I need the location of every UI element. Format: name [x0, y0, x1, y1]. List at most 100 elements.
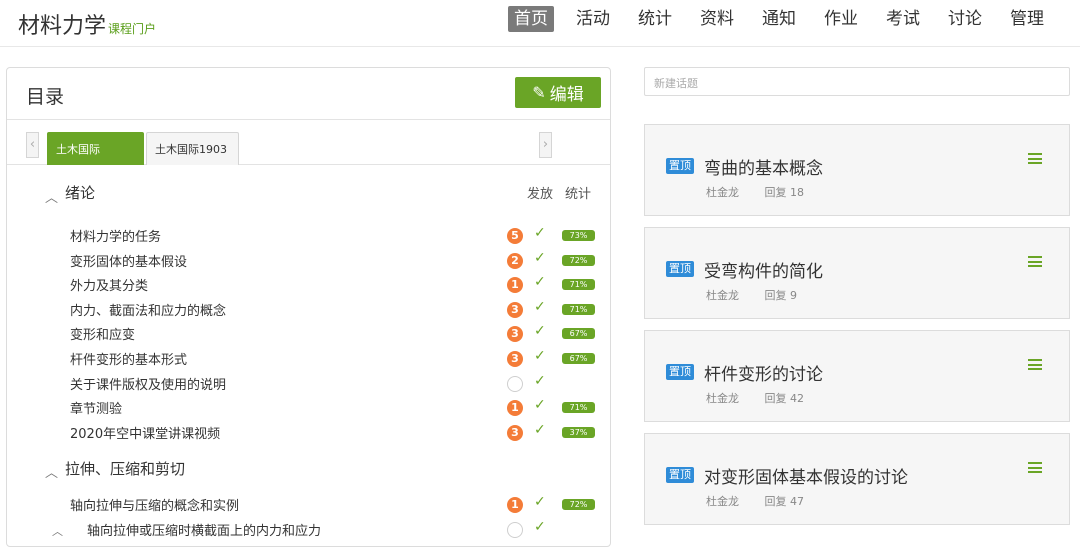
reply-count: 42	[790, 392, 804, 405]
lesson-title[interactable]: 轴向拉伸或压缩时横截面上的内力和应力	[87, 520, 321, 539]
count-badge: 3	[507, 301, 523, 318]
new-topic-input[interactable]: 新建话题	[644, 67, 1070, 96]
lesson-title[interactable]: 变形和应变	[70, 324, 135, 343]
lesson-row[interactable]: 杆件变形的基本形式 3 ✓ 67%	[7, 346, 610, 371]
count-badge: 3	[507, 350, 523, 367]
progress-badge: 71%	[562, 402, 595, 414]
tab-class-1901[interactable]: 土木国际1901-...	[47, 132, 144, 189]
progress-badge: 71%	[562, 303, 595, 315]
edit-label: 编辑	[549, 85, 584, 105]
topic-title[interactable]: 受弯构件的简化	[704, 257, 823, 282]
topic-author: 杜金龙	[706, 495, 739, 508]
nav-notices[interactable]: 通知	[756, 6, 802, 32]
lesson-title[interactable]: 章节测验	[70, 398, 122, 417]
nav-manage[interactable]: 管理	[1004, 6, 1050, 32]
progress-badge: 67%	[562, 352, 595, 364]
pin-badge: 置顶	[666, 261, 694, 277]
caret-up-icon[interactable]: ︿	[45, 187, 58, 206]
chapter-title[interactable]: 绪论	[65, 182, 95, 203]
lesson-row[interactable]: 内力、截面法和应力的概念 3 ✓ 71%	[7, 297, 610, 322]
lesson-title[interactable]: 轴向拉伸与压缩的概念和实例	[70, 495, 239, 514]
lesson-row[interactable]: 变形固体的基本假设 2 ✓ 72%	[7, 248, 610, 273]
topic-card[interactable]: 置顶 受弯构件的简化 杜金龙 回复 9	[644, 227, 1070, 319]
progress-badge: 71%	[562, 279, 595, 291]
topic-card[interactable]: 置顶 杆件变形的讨论 杜金龙 回复 42	[644, 330, 1070, 422]
lesson-row[interactable]: 关于课件版权及使用的说明 ✓	[7, 371, 610, 396]
nav-home[interactable]: 首页	[508, 6, 554, 32]
column-release: 发放	[527, 187, 554, 202]
lesson-title[interactable]: 变形固体的基本假设	[70, 251, 187, 270]
topic-title[interactable]: 对变形固体基本假设的讨论	[704, 463, 908, 488]
reply-count: 47	[790, 495, 804, 508]
menu-icon[interactable]	[1028, 462, 1042, 473]
brand[interactable]: 材料力学 课程门户	[18, 8, 156, 40]
nav-homework[interactable]: 作业	[818, 6, 864, 32]
topic-title[interactable]: 弯曲的基本概念	[704, 154, 823, 179]
lesson-title[interactable]: 2020年空中课堂讲课视频	[70, 423, 220, 442]
chapter-header[interactable]: ︿ 拉伸、压缩和剪切	[7, 444, 610, 492]
lesson-title[interactable]: 杆件变形的基本形式	[70, 349, 187, 368]
check-icon: ✓	[534, 421, 546, 438]
menu-icon[interactable]	[1028, 153, 1042, 164]
pin-badge: 置顶	[666, 467, 694, 483]
count-badge: 2	[507, 252, 523, 269]
catalog-panel: 目录 ✎ 编辑 ‹ 土木国际1901-... 土木国际1903 › ︿ 绪论 发…	[6, 67, 611, 547]
topic-author: 杜金龙	[706, 392, 739, 405]
reply-count: 9	[790, 289, 797, 302]
brand-title[interactable]: 材料力学	[18, 8, 106, 40]
tabs-prev-button[interactable]: ‹	[26, 132, 39, 158]
lesson-row[interactable]: 轴向拉伸与压缩的概念和实例 1 ✓ 72%	[7, 492, 610, 517]
count-badge: 3	[507, 326, 523, 343]
caret-up-icon[interactable]: ︿	[52, 523, 63, 539]
lesson-row[interactable]: ︿ 轴向拉伸或压缩时横截面上的内力和应力 ✓	[7, 517, 610, 542]
lesson-row[interactable]: 2020年空中课堂讲课视频 3 ✓ 37%	[7, 420, 610, 445]
lesson-row[interactable]: 章节测验 1 ✓ 71%	[7, 395, 610, 420]
brand-subtitle[interactable]: 课程门户	[108, 20, 156, 37]
nav-discussion[interactable]: 讨论	[942, 6, 988, 32]
topic-meta: 杜金龙 回复 18	[706, 184, 804, 200]
edit-button[interactable]: ✎ 编辑	[515, 77, 601, 108]
progress-badge: 37%	[562, 426, 595, 438]
lesson-title[interactable]: 关于课件版权及使用的说明	[70, 374, 226, 393]
chapter-title[interactable]: 拉伸、压缩和剪切	[65, 458, 185, 479]
lesson-row[interactable]: 外力及其分类 1 ✓ 71%	[7, 272, 610, 297]
nav-statistics[interactable]: 统计	[632, 6, 678, 32]
nav-activities[interactable]: 活动	[570, 6, 616, 32]
menu-icon[interactable]	[1028, 256, 1042, 267]
reply-count: 18	[790, 186, 804, 199]
topic-card[interactable]: 置顶 弯曲的基本概念 杜金龙 回复 18	[644, 124, 1070, 216]
top-header: 材料力学 课程门户 首页 活动 统计 资料 通知 作业 考试 讨论 管理	[0, 0, 1080, 47]
topic-card[interactable]: 置顶 对变形固体基本假设的讨论 杜金龙 回复 47	[644, 433, 1070, 525]
column-stats: 统计	[565, 187, 592, 202]
lesson-title[interactable]: 外力及其分类	[70, 275, 148, 294]
topic-meta: 杜金龙 回复 42	[706, 390, 804, 406]
check-icon: ✓	[534, 225, 546, 241]
check-icon: ✓	[534, 397, 546, 414]
check-icon: ✓	[534, 298, 546, 315]
count-badge: 1	[507, 497, 523, 514]
pin-badge: 置顶	[666, 364, 694, 380]
chapter-header[interactable]: ︿ 绪论 发放 统计	[7, 165, 610, 223]
lesson-title[interactable]: 材料力学的任务	[70, 226, 161, 245]
catalog-header: 目录 ✎ 编辑	[7, 68, 610, 120]
nav-materials[interactable]: 资料	[694, 6, 740, 32]
count-badge: 1	[507, 277, 523, 294]
caret-up-icon[interactable]: ︿	[45, 462, 58, 481]
progress-badge: 73%	[562, 230, 595, 241]
nav-exams[interactable]: 考试	[880, 6, 926, 32]
count-badge: 1	[507, 400, 523, 417]
check-icon: ✓	[534, 494, 546, 511]
lesson-title[interactable]: 内力、截面法和应力的概念	[70, 300, 226, 319]
topic-meta: 杜金龙 回复 9	[706, 287, 797, 303]
progress-badge: 72%	[562, 254, 595, 266]
tab-class-1903[interactable]: 土木国际1903	[146, 132, 239, 165]
count-badge: 3	[507, 424, 523, 441]
class-tabs: ‹ 土木国际1901-... 土木国际1903 ›	[7, 120, 610, 189]
main-nav: 首页 活动 统计 资料 通知 作业 考试 讨论 管理	[492, 6, 1050, 32]
lesson-row[interactable]: 变形和应变 3 ✓ 67%	[7, 321, 610, 346]
topic-author: 杜金龙	[706, 186, 739, 199]
tabs-next-button[interactable]: ›	[539, 132, 552, 158]
menu-icon[interactable]	[1028, 359, 1042, 370]
lesson-row[interactable]: 材料力学的任务 5 ✓ 73%	[7, 223, 610, 248]
topic-title[interactable]: 杆件变形的讨论	[704, 360, 823, 385]
